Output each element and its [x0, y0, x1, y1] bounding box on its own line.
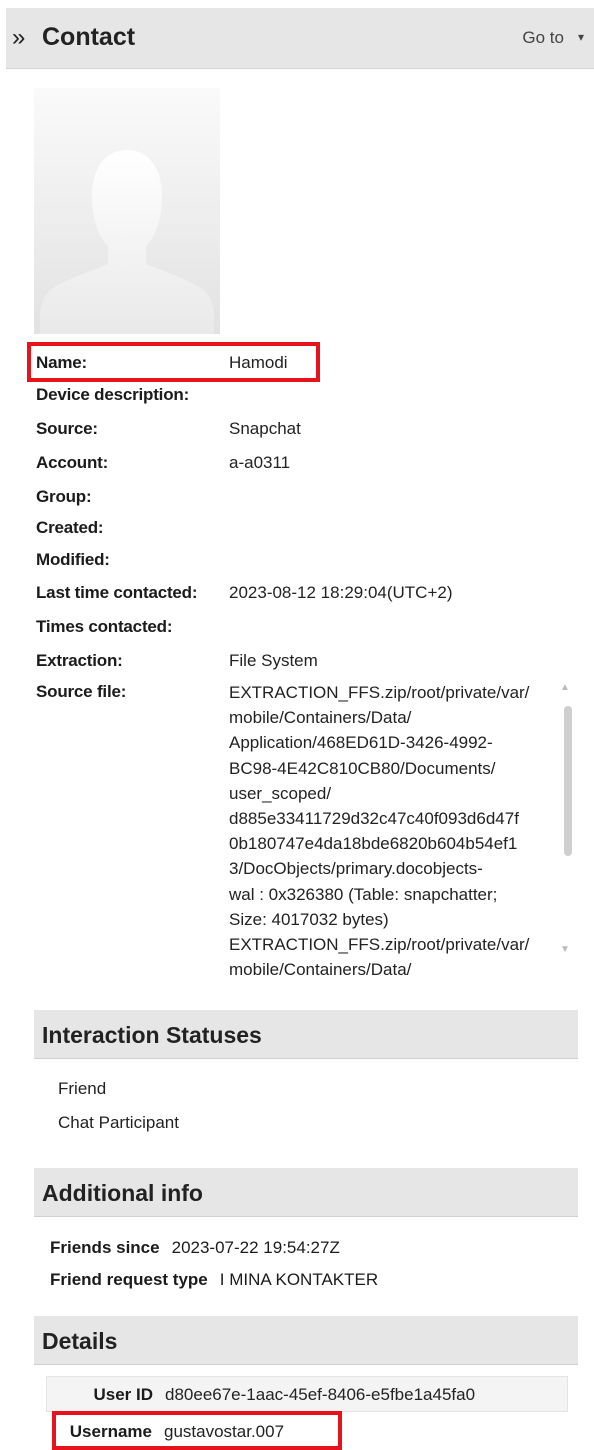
last-time-contacted-value: 2023-08-12 18:29:04(UTC+2) — [229, 583, 453, 602]
source-file-line: d885e33411729d32c47c40f093d6d47f — [229, 809, 519, 829]
friends-since-label: Friends since — [50, 1238, 160, 1257]
source-file-scrollbar[interactable]: ▲ ▼ — [560, 682, 572, 962]
group-label: Group: — [36, 487, 92, 506]
scrollbar-thumb[interactable] — [564, 706, 572, 856]
account-value: a-a0311 — [229, 453, 291, 472]
source-file-line: 3/DocObjects/primary.docobjects- — [229, 859, 483, 879]
source-file-line: BC98-4E42C810CB80/Documents/ — [229, 758, 496, 778]
last-time-contacted-label: Last time contacted: — [36, 583, 198, 602]
scroll-down-arrow-icon[interactable]: ▼ — [560, 944, 570, 955]
scroll-up-arrow-icon[interactable]: ▲ — [560, 682, 570, 693]
contact-header: » Contact Go to ▾ — [6, 8, 594, 69]
source-file-line: mobile/Containers/Data/ — [229, 960, 412, 980]
goto-menu-button[interactable]: Go to — [522, 28, 564, 48]
source-file-line: Application/468ED61D-3426-4992- — [229, 733, 493, 753]
user-id-row: User ID d80ee67e-1aac-45ef-8406-e5fbe1a4… — [46, 1376, 568, 1412]
name-highlight-box — [27, 342, 320, 382]
status-item-friend: Friend — [58, 1079, 107, 1098]
source-value: Snapchat — [229, 419, 301, 438]
source-file-line: 0b180747e4da18bde6820b604b54ef1 — [229, 834, 518, 854]
source-file-line: user_scoped/ — [229, 783, 332, 803]
chevron-down-icon[interactable]: ▾ — [578, 30, 584, 44]
additional-info-header: Additional info — [34, 1168, 578, 1217]
source-file-label: Source file: — [36, 682, 127, 701]
section-title: Interaction Statuses — [42, 1022, 262, 1048]
panel-title: Contact — [42, 23, 136, 51]
source-file-line: Size: 4017032 bytes) — [229, 909, 389, 929]
friend-request-type-label: Friend request type — [50, 1270, 208, 1289]
user-id-value: d80ee67e-1aac-45ef-8406-e5fbe1a45fa0 — [165, 1385, 476, 1404]
device-description-label: Device description: — [36, 385, 190, 404]
source-file-line: EXTRACTION_FFS.zip/root/private/var/ — [229, 935, 530, 955]
source-label: Source: — [36, 419, 98, 438]
source-file-line: EXTRACTION_FFS.zip/root/private/var/ — [229, 683, 530, 702]
user-id-label: User ID — [93, 1385, 153, 1404]
created-label: Created: — [36, 518, 104, 537]
details-header: Details — [34, 1316, 578, 1365]
friends-since-row: Friends since 2023-07-22 19:54:27Z — [50, 1238, 340, 1258]
friend-request-type-value: I MINA KONTAKTER — [219, 1270, 379, 1289]
collapse-chevron-icon[interactable]: » — [12, 24, 25, 52]
times-contacted-label: Times contacted: — [36, 617, 173, 636]
extraction-label: Extraction: — [36, 651, 123, 670]
modified-label: Modified: — [36, 550, 110, 569]
extraction-value: File System — [229, 651, 318, 670]
contact-avatar — [34, 88, 220, 334]
source-file-line: wal : 0x326380 (Table: snapchatter; — [229, 884, 498, 904]
section-title: Additional info — [42, 1180, 203, 1206]
interaction-statuses-header: Interaction Statuses — [34, 1010, 578, 1059]
friends-since-value: 2023-07-22 19:54:27Z — [171, 1238, 340, 1257]
person-silhouette-icon — [40, 150, 214, 334]
friend-request-type-row: Friend request type I MINA KONTAKTER — [50, 1270, 378, 1290]
source-file-line: mobile/Containers/Data/ — [229, 708, 412, 728]
status-item-chat-participant: Chat Participant — [58, 1113, 179, 1132]
source-file-value[interactable]: EXTRACTION_FFS.zip/root/private/var/ mob… — [229, 680, 555, 980]
username-highlight-box — [52, 1411, 342, 1450]
account-label: Account: — [36, 453, 109, 472]
section-title: Details — [42, 1328, 118, 1354]
